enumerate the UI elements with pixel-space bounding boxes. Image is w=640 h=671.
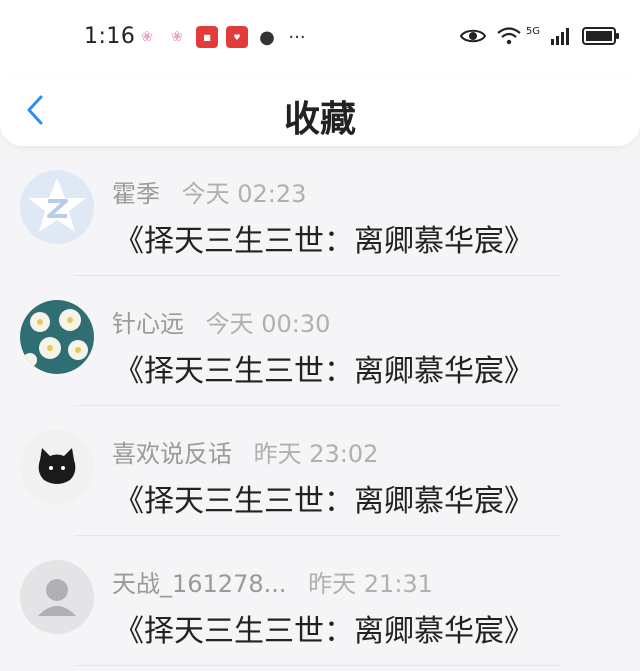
avatar[interactable] xyxy=(20,300,94,374)
more-dots-icon: ··· xyxy=(288,26,306,48)
item-title[interactable]: 《择天三生三世：离卿慕华宸》 xyxy=(114,346,534,390)
page-title: 收藏 xyxy=(283,99,356,140)
list-item[interactable]: 喜欢说反话 昨天 23:02 《择天三生三世：离卿慕华宸》 xyxy=(0,406,640,536)
avatar[interactable] xyxy=(20,430,94,504)
default-z-avatar-icon xyxy=(20,170,94,244)
signal-icon xyxy=(551,28,569,45)
notification-icons: ❀ ❀ ■ ♥ ● ··· xyxy=(136,26,308,48)
network-type: 5G xyxy=(525,25,540,37)
timestamp: 昨天 21:31 xyxy=(308,570,433,598)
item-title[interactable]: 《择天三生三世：离卿慕华宸》 xyxy=(114,476,534,520)
timestamp: 今天 00:30 xyxy=(205,310,331,338)
list-item[interactable]: 针心远 今天 00:30 《择天三生三世：离卿慕华宸》 xyxy=(0,276,640,406)
flowers-avatar-icon xyxy=(20,300,94,374)
list-item[interactable]: 天战_161278... 昨天 21:31 《择天三生三世：离卿慕华宸》 xyxy=(0,536,640,666)
item-meta: 喜欢说反话 昨天 23:02 xyxy=(112,434,378,469)
status-time: 1:16 xyxy=(84,24,136,49)
list-item[interactable]: 霍季 今天 02:23 《择天三生三世：离卿慕华宸》 xyxy=(0,146,640,276)
flower-icon: ❀ xyxy=(171,29,183,45)
item-meta: 霍季 今天 02:23 xyxy=(112,174,306,209)
user-name[interactable]: 喜欢说反话 xyxy=(112,440,232,468)
eye-icon xyxy=(459,29,486,43)
wifi-icon xyxy=(497,27,521,45)
black-cat-avatar-icon xyxy=(20,430,94,504)
item-title[interactable]: 《择天三生三世：离卿慕华宸》 xyxy=(114,606,534,650)
app-badge-icon: ■ xyxy=(196,26,218,48)
battery-icon xyxy=(582,27,619,45)
item-meta: 天战_161278... 昨天 21:31 xyxy=(112,564,433,599)
user-name[interactable]: 天战_161278... xyxy=(112,570,287,598)
status-bar: 1:16 ❀ ❀ ■ ♥ ● ··· 5G xyxy=(0,0,640,76)
chat-bubble-icon: ● xyxy=(259,26,275,48)
divider xyxy=(74,665,560,666)
user-name[interactable]: 针心远 xyxy=(112,310,184,338)
avatar[interactable] xyxy=(20,560,94,634)
avatar[interactable] xyxy=(20,170,94,244)
app-badge-icon: ♥ xyxy=(226,26,248,48)
status-right-icons: 5G xyxy=(459,25,619,46)
flower-icon: ❀ xyxy=(141,29,153,45)
header: 收藏 xyxy=(0,76,640,146)
timestamp: 昨天 23:02 xyxy=(253,440,379,468)
favorites-list: 霍季 今天 02:23 《择天三生三世：离卿慕华宸》 针心远 今天 00:30 … xyxy=(0,146,640,666)
default-person-avatar-icon xyxy=(20,560,94,634)
timestamp: 今天 02:23 xyxy=(181,180,307,208)
item-meta: 针心远 今天 00:30 xyxy=(112,304,330,339)
item-title[interactable]: 《择天三生三世：离卿慕华宸》 xyxy=(114,216,534,260)
user-name[interactable]: 霍季 xyxy=(112,180,160,208)
